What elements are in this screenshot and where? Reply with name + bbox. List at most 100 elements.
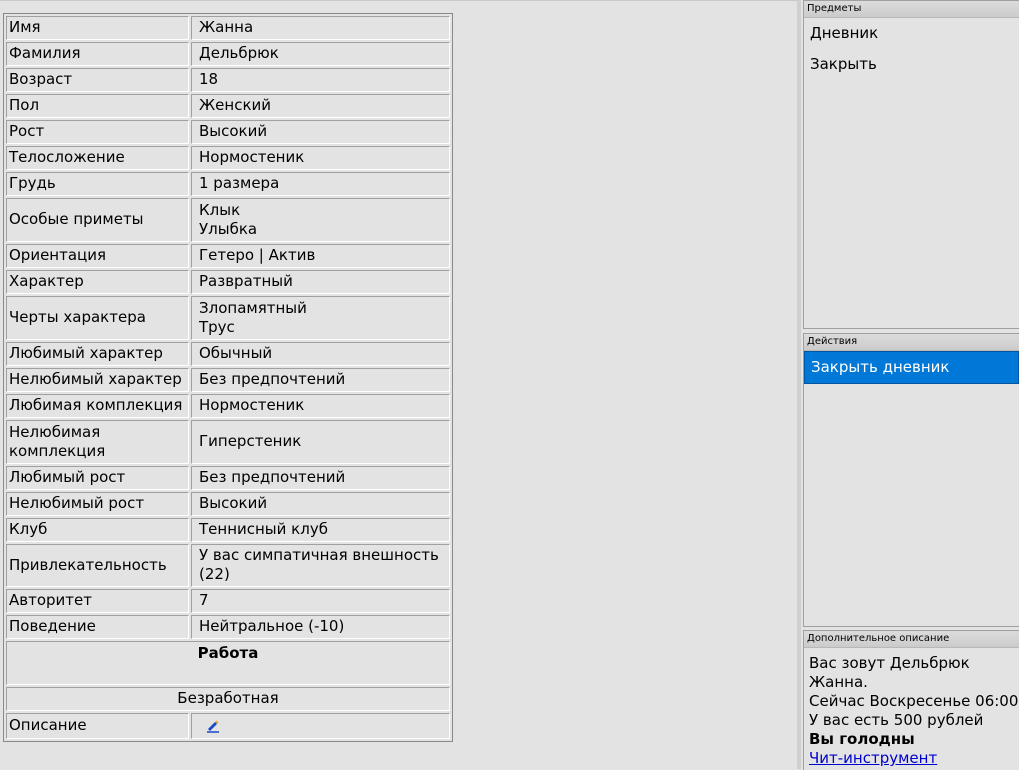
row-value-line: Теннисный клуб: [199, 520, 328, 538]
row-value-line: Трус: [199, 317, 235, 336]
row-value-line: Обычный: [199, 344, 273, 362]
row-value-line: Без предпочтений: [199, 468, 346, 486]
extra-panel-title: Дополнительное описание: [804, 631, 1019, 648]
profile-row: Любимая комплекция Нормостеник: [6, 394, 450, 418]
row-value-line: 1 размера: [199, 174, 280, 192]
row-value-line: Высокий: [199, 122, 268, 140]
row-value: Теннисный клуб: [191, 518, 450, 542]
row-value-line: Развратный: [199, 272, 293, 290]
row-value-line: Дельбрюк: [199, 44, 279, 62]
main-pane: Имя Жанна Фамилия Дельбрюк Возраст 18 Пол Женск…: [0, 0, 797, 769]
hunger-status: Вы голодны: [809, 730, 915, 748]
row-value-line: Нормостеник: [199, 148, 305, 166]
description-value: [191, 713, 450, 739]
row-value: 7: [191, 589, 450, 613]
actions-list: Закрыть дневник: [804, 351, 1019, 384]
row-label: Ориентация: [6, 244, 189, 268]
row-value: Дельбрюк: [191, 42, 450, 66]
row-label: Черты характера: [6, 296, 189, 340]
actions-panel-title: Действия: [804, 334, 1019, 351]
row-value-line: 18: [199, 70, 219, 88]
row-label: Рост: [6, 120, 189, 144]
row-value: Гетеро | Актив: [191, 244, 450, 268]
row-value: 18: [191, 68, 450, 92]
row-value-line: Без предпочтений: [199, 370, 346, 388]
row-label: Поведение: [6, 615, 189, 639]
row-value-line: У вас симпатичная внешность (22): [199, 546, 439, 583]
profile-row: Грудь 1 размера: [6, 172, 450, 196]
pencil-icon[interactable]: [205, 717, 221, 733]
row-label: Любимый характер: [6, 342, 189, 366]
profile-row: Поведение Нейтральное (-10): [6, 615, 450, 639]
profile-row: Телосложение Нормостеник: [6, 146, 450, 170]
profile-row: Особые приметы Клык Улыбка: [6, 198, 450, 242]
profile-row: Нелюбимый характер Без предпочтений: [6, 368, 450, 392]
row-label: Грудь: [6, 172, 189, 196]
row-value-line: Гетеро | Актив: [199, 246, 316, 264]
row-label: Нелюбимый рост: [6, 492, 189, 516]
profile-row: Любимый характер Обычный: [6, 342, 450, 366]
item-entry[interactable]: Закрыть: [804, 49, 1019, 80]
row-value: У вас симпатичная внешность (22): [191, 544, 450, 587]
row-label: Возраст: [6, 68, 189, 92]
profile-row: Имя Жанна: [6, 16, 450, 40]
row-value: Женский: [191, 94, 450, 118]
row-value: Клык Улыбка: [191, 198, 450, 242]
work-status: Безработная: [6, 687, 450, 711]
profile-row: Пол Женский: [6, 94, 450, 118]
profile-row: Возраст 18: [6, 68, 450, 92]
profile-row: Черты характера Злопамятный Трус: [6, 296, 450, 340]
extra-description-panel: Дополнительное описание Вас зовут Дельбр…: [803, 630, 1019, 770]
row-value: Развратный: [191, 270, 450, 294]
money-line: У вас есть 500 рублей: [809, 711, 984, 729]
row-value: Без предпочтений: [191, 368, 450, 392]
row-value: Обычный: [191, 342, 450, 366]
actions-panel: Действия Закрыть дневник: [803, 333, 1019, 627]
cheat-tool-link[interactable]: Чит-инструмент: [809, 749, 1019, 768]
row-value-line: Жанна: [199, 18, 254, 36]
profile-row: Фамилия Дельбрюк: [6, 42, 450, 66]
row-value: Нейтральное (-10): [191, 615, 450, 639]
row-value: Жанна: [191, 16, 450, 40]
row-value-line: 7: [199, 591, 209, 609]
row-label: Имя: [6, 16, 189, 40]
name-line: Вас зовут Дельбрюк Жанна.: [809, 654, 970, 691]
row-value-line: Клык: [199, 200, 241, 219]
row-value: Высокий: [191, 492, 450, 516]
row-label: Особые приметы: [6, 198, 189, 242]
row-label: Характер: [6, 270, 189, 294]
row-value-line: Женский: [199, 96, 271, 114]
row-value-line: Нейтральное (-10): [199, 617, 345, 635]
profile-row: Нелюбимый рост Высокий: [6, 492, 450, 516]
side-pane: Предметы Дневник Закрыть Действия Закрыть…: [797, 0, 1019, 770]
item-entry[interactable]: Дневник: [804, 18, 1019, 49]
work-section-title: Работа: [6, 641, 450, 685]
profile-row: Клуб Теннисный клуб: [6, 518, 450, 542]
row-value-line: Злопамятный: [199, 298, 307, 317]
profile-table: Имя Жанна Фамилия Дельбрюк Возраст 18 Пол Женск…: [3, 13, 453, 742]
row-label: Любимая комплекция: [6, 394, 189, 418]
row-label: Нелюбимая комплекция: [6, 420, 189, 464]
action-close-diary[interactable]: Закрыть дневник: [804, 351, 1019, 384]
profile-row: Характер Развратный: [6, 270, 450, 294]
row-label: Пол: [6, 94, 189, 118]
time-line: Сейчас Воскресенье 06:00: [809, 692, 1019, 710]
row-label: Любимый рост: [6, 466, 189, 490]
items-panel: Предметы Дневник Закрыть: [803, 0, 1019, 329]
items-panel-title: Предметы: [804, 1, 1019, 18]
row-label: Телосложение: [6, 146, 189, 170]
row-label: Нелюбимый характер: [6, 368, 189, 392]
profile-row: Нелюбимая комплекция Гиперстеник: [6, 420, 450, 464]
row-value: Нормостеник: [191, 146, 450, 170]
row-value: Высокий: [191, 120, 450, 144]
profile-row: Ориентация Гетеро | Актив: [6, 244, 450, 268]
items-list: Дневник Закрыть: [804, 18, 1019, 80]
row-value-line: Высокий: [199, 494, 268, 512]
row-value-line: Гиперстеник: [199, 432, 302, 450]
row-value: Без предпочтений: [191, 466, 450, 490]
row-label: Авторитет: [6, 589, 189, 613]
row-label: Фамилия: [6, 42, 189, 66]
row-value-line: Улыбка: [199, 219, 258, 238]
row-label: Клуб: [6, 518, 189, 542]
row-value-line: Нормостеник: [199, 396, 305, 414]
